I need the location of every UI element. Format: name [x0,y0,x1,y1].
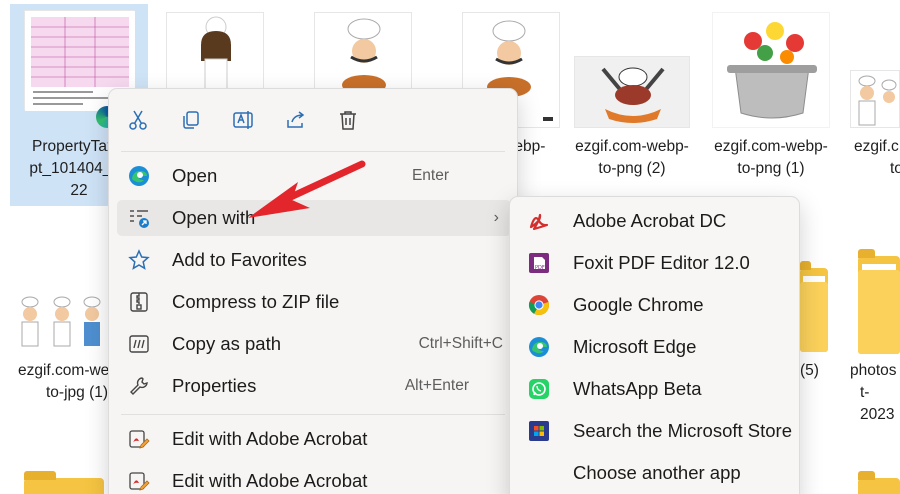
folder-icon[interactable] [24,471,104,494]
rename-icon [233,111,253,129]
chef-image-thumbnail[interactable] [850,70,900,128]
wrench-icon [127,374,151,398]
context-menu: Open Enter Open with › Add to Favorites … [108,88,518,494]
menu-divider [121,414,505,415]
scissors-icon [129,110,147,130]
delete-button[interactable] [333,105,363,135]
share-button[interactable] [281,105,311,135]
submenu-item-whatsapp[interactable]: WhatsApp Beta [518,370,792,408]
chef-image-thumbnail[interactable] [314,12,412,95]
open-with-icon [127,206,151,230]
chevron-right-icon: › [493,209,499,226]
edge-icon [527,335,551,359]
svg-text:PDF: PDF [535,265,545,271]
file-label[interactable]: ezgif.com-we to-jpg (1) [12,360,112,404]
submenu-item-microsoft-store[interactable]: Search the Microsoft Store [518,412,792,450]
submenu-item-adobe-acrobat[interactable]: Adobe Acrobat DC [518,202,792,240]
menu-item-edit-with-acrobat[interactable]: Edit with Adobe Acrobat [117,421,511,457]
edge-icon [127,164,151,188]
trash-icon [340,111,356,130]
chef-image-thumbnail[interactable] [166,12,264,94]
zip-icon [127,290,151,314]
menu-item-properties[interactable]: Properties Alt+Enter [117,368,511,404]
file-label[interactable]: ezgif.c to [850,136,900,180]
acrobat-edit-icon [127,427,151,451]
chef-group-thumbnail[interactable] [16,294,106,348]
annotation-arrow-icon [248,160,366,218]
menu-item-add-to-favorites[interactable]: Add to Favorites [117,242,511,278]
star-icon [127,248,151,272]
menu-item-copy-as-path[interactable]: Copy as path Ctrl+Shift+C [117,326,511,362]
copy-path-icon [127,332,151,356]
acrobat-icon [527,209,551,233]
cut-button[interactable] [123,105,153,135]
submenu-item-choose-another-app[interactable]: Choose another app [518,454,792,492]
folder-icon[interactable] [858,471,900,494]
menu-divider [121,151,505,152]
menu-item-edit-with-acrobat[interactable]: Edit with Adobe Acrobat [117,463,511,494]
cooking-pot-thumbnail[interactable] [712,12,830,128]
acrobat-edit-icon [127,469,151,493]
foxit-icon: PDF [527,251,551,275]
store-icon [527,419,551,443]
file-label[interactable]: ezgif.com-webp- to-png (2) [566,136,698,180]
chrome-icon [527,293,551,317]
file-label[interactable]: (5) [800,360,830,382]
file-label[interactable]: photos t-2023 [850,360,900,426]
whatsapp-icon [527,377,551,401]
submenu-item-edge[interactable]: Microsoft Edge [518,328,792,366]
folder-icon[interactable] [858,249,900,354]
context-toolbar [109,89,517,149]
file-label[interactable]: ezgif.com-webp- to-png (1) [704,136,838,180]
menu-item-compress-zip[interactable]: Compress to ZIP file [117,284,511,320]
rename-button[interactable] [228,105,258,135]
submenu-item-chrome[interactable]: Google Chrome [518,286,792,324]
copy-icon [183,111,199,129]
share-icon [287,111,305,128]
folder-icon[interactable] [800,261,828,352]
open-with-submenu: Adobe Acrobat DC PDF Foxit PDF Editor 12… [509,196,800,494]
submenu-item-foxit[interactable]: PDF Foxit PDF Editor 12.0 [518,244,792,282]
chef-logo-thumbnail[interactable] [574,56,690,128]
copy-button[interactable] [176,105,206,135]
